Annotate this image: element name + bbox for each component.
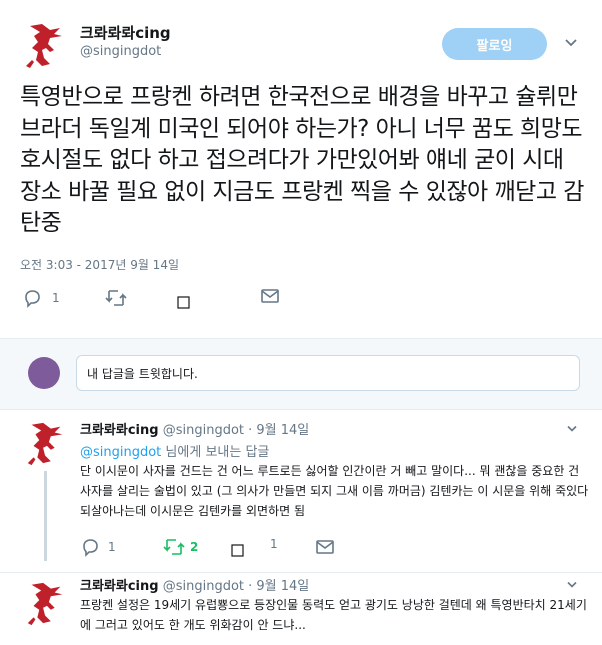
tweet-text: 특영반으로 프랑켄 하려면 한국전으로 배경을 바꾸고 슐뤼만 브라더 독일계 … bbox=[20, 84, 584, 236]
dragon-avatar[interactable] bbox=[22, 419, 70, 467]
reply-count: 1 bbox=[108, 540, 116, 554]
dragon-avatar[interactable] bbox=[22, 579, 70, 627]
retweet-icon bbox=[162, 537, 186, 557]
chevron-down-icon[interactable] bbox=[566, 423, 578, 435]
following-button[interactable]: 팔로잉 bbox=[442, 28, 547, 60]
reply-header: 크롸롸롸cing @singingdot · 9월 14일 bbox=[80, 575, 309, 594]
reply-composer: 내 답글을 트윗합니다. bbox=[0, 338, 602, 410]
avatar bbox=[28, 357, 60, 389]
direct-message-button[interactable] bbox=[260, 288, 280, 304]
reply-author-name[interactable]: 크롸롸롸cing bbox=[80, 423, 159, 438]
like-icon bbox=[230, 543, 246, 559]
retweet-button[interactable]: 2 bbox=[162, 537, 198, 557]
dragon-avatar[interactable] bbox=[20, 20, 70, 70]
tweet-actions: 1 bbox=[20, 288, 320, 308]
reply-header: 크롸롸롸cing @singingdot · 9월 14일 bbox=[80, 419, 309, 438]
reply-tweet[interactable]: 크롸롸롸cing @singingdot · 9월 14일 프랑켄 설정은 19… bbox=[0, 573, 602, 645]
reply-author-name[interactable]: 크롸롸롸cing bbox=[80, 579, 159, 594]
chevron-down-icon[interactable] bbox=[566, 579, 578, 591]
reply-tweet[interactable]: 크롸롸롸cing @singingdot · 9월 14일 @singingdo… bbox=[0, 411, 602, 571]
reply-text: 프랑켄 설정은 19세기 유럽뿅으로 등장인물 동력도 얻고 광기도 낭낭한 걸… bbox=[80, 598, 587, 632]
reply-icon bbox=[22, 288, 42, 308]
reply-icon bbox=[80, 537, 100, 557]
reply-count: 1 bbox=[52, 291, 60, 305]
reply-input[interactable]: 내 답글을 트윗합니다. bbox=[76, 355, 580, 391]
retweet-count: 2 bbox=[190, 540, 199, 554]
message-icon bbox=[315, 539, 335, 555]
reply-meta[interactable]: @singingdot · 9월 14일 bbox=[163, 579, 310, 594]
like-count-wrap: 1 bbox=[270, 537, 278, 551]
replying-to: @singingdot 님에게 보내는 답글 bbox=[80, 441, 269, 460]
message-icon bbox=[260, 288, 280, 304]
author-name[interactable]: 크롸롸롸cing bbox=[80, 22, 171, 43]
replying-to-suffix: 님에게 보내는 답글 bbox=[161, 445, 270, 460]
retweet-icon bbox=[104, 288, 128, 308]
direct-message-button[interactable] bbox=[315, 539, 335, 555]
thread-line bbox=[44, 471, 47, 561]
chevron-down-icon[interactable] bbox=[564, 36, 578, 50]
mention-link[interactable]: @singingdot bbox=[80, 445, 161, 460]
retweet-button[interactable] bbox=[104, 288, 128, 308]
reply-text: 단 이시문이 사자를 건드는 건 어느 루트로든 싫어할 인간이란 거 빼고 말… bbox=[80, 464, 589, 518]
like-button[interactable] bbox=[230, 543, 246, 559]
like-icon bbox=[176, 295, 192, 311]
reply-actions: 1 2 1 bbox=[80, 537, 380, 557]
main-tweet: 크롸롸롸cing @singingdot 팔로잉 특영반으로 프랑켄 하려면 한… bbox=[0, 0, 602, 340]
reply-button[interactable]: 1 bbox=[22, 288, 60, 308]
author-handle[interactable]: @singingdot bbox=[80, 44, 161, 59]
like-count: 1 bbox=[270, 537, 278, 551]
reply-meta[interactable]: @singingdot · 9월 14일 bbox=[163, 423, 310, 438]
reply-button[interactable]: 1 bbox=[80, 537, 116, 557]
tweet-timestamp[interactable]: 오전 3:03 - 2017년 9월 14일 bbox=[20, 256, 179, 273]
like-button[interactable] bbox=[176, 295, 192, 311]
